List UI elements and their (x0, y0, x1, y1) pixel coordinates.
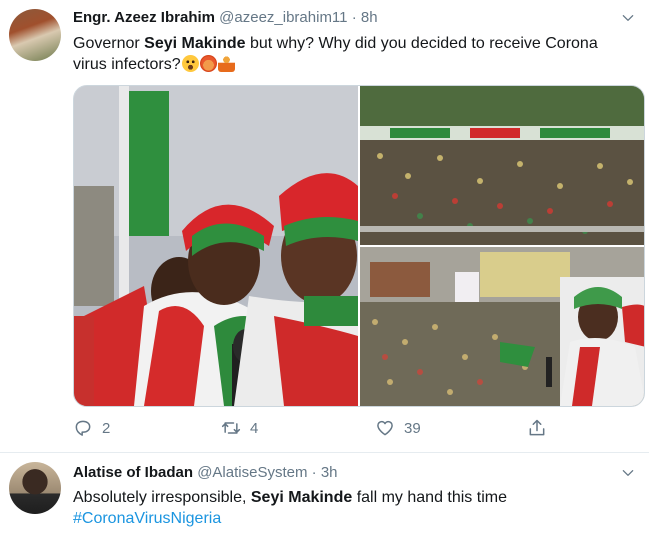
author-handle[interactable]: @AlatiseSystem (197, 464, 307, 481)
tweet-text-highlight: Seyi Makinde (250, 489, 353, 506)
author-name[interactable]: Engr. Azeez Ibrahim (73, 9, 215, 26)
share-button[interactable] (527, 416, 547, 440)
author-handle[interactable]: @azeez_ibrahim11 (219, 9, 347, 26)
campaign-leaders-photo[interactable] (74, 86, 358, 406)
tweet-actions: 2 4 39 (73, 416, 613, 440)
crowd-rally-photo[interactable] (360, 86, 644, 245)
tweet-timestamp[interactable]: 3h (321, 464, 338, 481)
reply-button[interactable]: 2 (73, 416, 110, 440)
tweet-timestamp[interactable]: 8h (361, 9, 378, 26)
author-avatar[interactable] (9, 462, 61, 514)
reply-icon (75, 420, 91, 436)
retweet-count: 4 (250, 419, 259, 437)
meta-separator: · (311, 464, 317, 481)
tweet-header: Alatise of Ibadan @AlatiseSystem · 3h (73, 464, 338, 481)
astonished-face-emoji (181, 55, 199, 72)
chevron-down-icon[interactable] (621, 466, 635, 480)
like-count: 39 (404, 419, 421, 437)
tweet-header: Engr. Azeez Ibrahim @azeez_ibrahim11 · 8… (73, 9, 378, 26)
crowd-street-photo[interactable] (360, 247, 644, 406)
tweet-text-part: fall my hand this time (352, 489, 507, 506)
tweet-1[interactable]: Engr. Azeez Ibrahim @azeez_ibrahim11 · 8… (0, 0, 649, 452)
crowd-rally-image (360, 86, 644, 245)
reply-count: 2 (102, 419, 111, 437)
tweet-text-part: Absolutely irresponsible, (73, 489, 251, 506)
hashtag-link[interactable]: #CoronaVirusNigeria (73, 510, 221, 527)
tweet-text-part: Governor (73, 35, 145, 52)
chevron-down-icon[interactable] (621, 11, 635, 25)
crowd-street-image (360, 247, 644, 406)
like-button[interactable]: 39 (375, 416, 421, 440)
tweet-text: Absolutely irresponsible, Seyi Makinde f… (73, 487, 633, 529)
retweet-icon (221, 422, 241, 434)
author-avatar[interactable] (9, 9, 61, 61)
tweet-text: Governor Seyi Makinde but why? Why did y… (73, 33, 633, 75)
ear-emoji (199, 55, 217, 72)
tweet-media-grid[interactable] (73, 85, 645, 407)
tweet-text-highlight: Seyi Makinde (144, 35, 246, 52)
author-name[interactable]: Alatise of Ibadan (73, 464, 193, 481)
like-icon (377, 420, 393, 436)
meta-separator: · (351, 9, 357, 26)
person-emoji (217, 55, 235, 72)
share-icon (529, 419, 545, 436)
retweet-button[interactable]: 4 (221, 416, 258, 440)
campaign-leaders-image (74, 86, 358, 406)
